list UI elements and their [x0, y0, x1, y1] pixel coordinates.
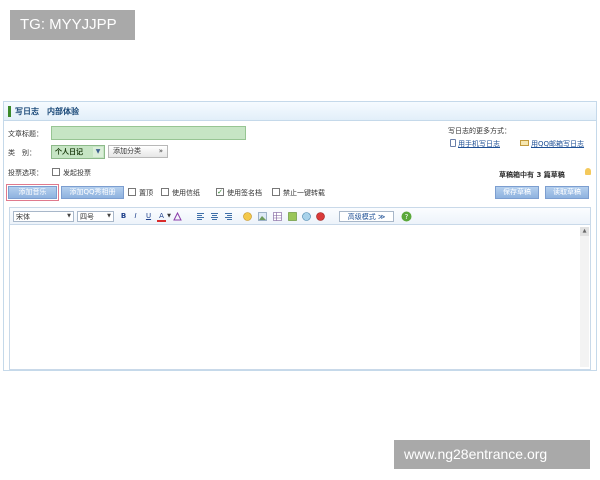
font-size-select[interactable]: 四号 ▼ [77, 211, 114, 222]
page-title: 写日志 [15, 106, 39, 116]
italic-button[interactable]: I [131, 211, 140, 222]
add-category-label: 添加分类 [113, 147, 141, 155]
table-icon[interactable] [273, 212, 282, 221]
font-family-select[interactable]: 宋体 ▼ [13, 211, 74, 222]
category-value: 个人日记 [55, 148, 83, 156]
chevron-down-icon: ▼ [93, 147, 103, 157]
drafts-suffix: 篇草稿 [543, 171, 565, 179]
font-size-value: 四号 [80, 213, 94, 221]
align-right-icon[interactable] [224, 212, 233, 221]
title-input[interactable] [51, 126, 246, 140]
mail-icon [520, 140, 529, 146]
add-qq-album-button[interactable]: 添加QQ秀相册 [61, 186, 124, 199]
category-label: 类 别： [8, 149, 36, 157]
top-checkbox[interactable] [128, 188, 136, 196]
chevron-down-icon: ▼ [107, 213, 111, 219]
editor-title-bar: 写日志 内部体验 [4, 102, 596, 121]
drafts-prefix: 草稿箱中有 [499, 171, 534, 179]
scroll-up-icon[interactable]: ▲ [580, 227, 589, 236]
forbid-repost-checkbox[interactable] [272, 188, 280, 196]
font-color-button[interactable]: A [157, 211, 166, 222]
bulb-icon [585, 168, 591, 175]
mail-write-link[interactable]: 用QQ邮箱写日志 [531, 139, 584, 149]
align-left-icon[interactable] [196, 212, 205, 221]
flash-icon[interactable] [288, 212, 297, 221]
signature-checkbox[interactable]: ✓ [216, 188, 224, 196]
drafts-count-text: 草稿箱中有 3 篇草稿 [499, 170, 565, 180]
editor-scrollbar[interactable]: ▲ [580, 227, 589, 367]
title-label: 文章标题： [8, 130, 43, 138]
title-bar-marker [8, 105, 11, 117]
watermark-top: TG: MYYJJPP [10, 10, 135, 40]
blog-editor-panel: 写日志 内部体验 文章标题： 类 别： 个人日记 ▼ 添加分类 » 写日志的更多… [3, 101, 597, 371]
add-category-button[interactable]: 添加分类 » [108, 145, 168, 158]
stationery-checkbox[interactable] [161, 188, 169, 196]
align-center-icon[interactable] [210, 212, 219, 221]
music-icon[interactable] [316, 212, 325, 221]
page-subtitle: 内部体验 [47, 106, 79, 116]
mobile-phone-icon [450, 139, 456, 147]
add-music-button[interactable]: 添加音乐 [6, 184, 59, 201]
emoticon-icon[interactable] [243, 212, 252, 221]
save-draft-button[interactable]: 保存草稿 [495, 186, 539, 199]
video-icon[interactable] [302, 212, 311, 221]
font-color-dropdown-icon[interactable]: ▼ [166, 211, 172, 222]
phone-write-link[interactable]: 用手机写日志 [458, 139, 500, 149]
signature-label: 使用签名档 [227, 189, 262, 197]
drafts-count: 3 [536, 171, 542, 179]
advanced-mode-button[interactable]: 高级模式 ≫ [339, 211, 394, 222]
top-label: 置顶 [139, 189, 153, 197]
vote-checkbox-label: 发起投票 [63, 169, 91, 177]
font-family-value: 宋体 [16, 213, 30, 221]
stationery-label: 使用信纸 [172, 189, 200, 197]
double-chevron-icon: » [158, 147, 163, 155]
read-draft-button[interactable]: 读取草稿 [545, 186, 589, 199]
editor-toolbar: 宋体 ▼ 四号 ▼ B I U A ▼ 高级模式 ≫ ? [9, 207, 591, 225]
editor-content-area[interactable]: ▲ [9, 225, 591, 370]
forbid-repost-label: 禁止一键转载 [283, 189, 325, 197]
bold-button[interactable]: B [119, 211, 128, 222]
vote-label: 投票选项： [8, 169, 43, 177]
highlight-icon[interactable] [173, 212, 182, 221]
chevron-down-icon: ▼ [67, 213, 71, 219]
vote-checkbox[interactable] [52, 168, 60, 176]
category-select[interactable]: 个人日记 ▼ [51, 145, 105, 159]
underline-button[interactable]: U [144, 211, 153, 222]
svg-text:?: ? [405, 213, 409, 221]
help-icon[interactable]: ? [401, 211, 412, 222]
image-icon[interactable] [258, 212, 267, 221]
more-ways-label: 写日志的更多方式： [448, 127, 511, 135]
watermark-bottom: www.ng28entrance.org [394, 440, 590, 469]
